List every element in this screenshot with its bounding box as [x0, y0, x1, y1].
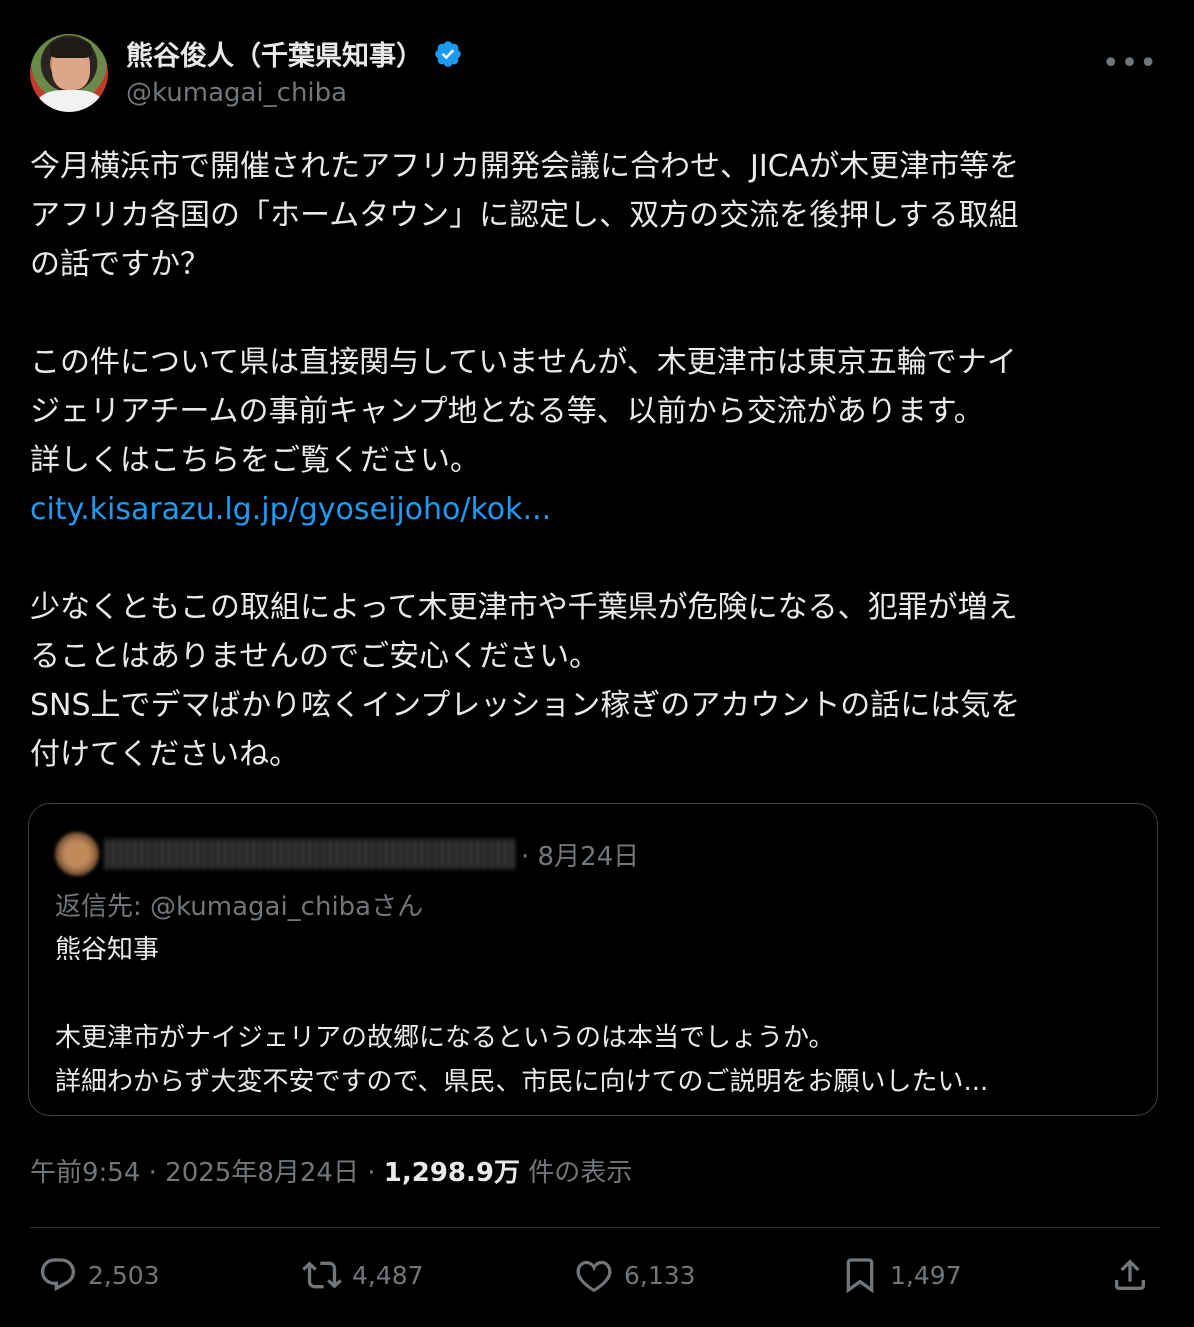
share-icon: [1115, 1259, 1145, 1290]
quoted-line: 木更津市がナイジェリアの故郷になるというのは本当でしょうか。: [55, 1023, 835, 1053]
post-header: 熊谷俊人（千葉県知事） @kumagai_chiba •••: [30, 32, 1174, 116]
avatar[interactable]: [30, 34, 108, 112]
text-line: SNS上でデマばかり呟くインプレッション稼ぎのアカウントの話には気を: [30, 688, 1021, 723]
like-icon: [576, 1260, 612, 1293]
reply-count: 2,503: [88, 1260, 160, 1290]
quoted-post[interactable]: · 8月24日 返信先: @kumagai_chibaさん 熊谷知事 木更津市が…: [28, 803, 1158, 1116]
repost-icon: [302, 1261, 342, 1289]
view-count: 1,298.9万: [383, 1158, 520, 1188]
quoted-line: 熊谷知事: [55, 935, 160, 965]
text-line: 詳しくはこちらをご覧ください。: [30, 443, 480, 478]
bookmark-count: 1,497: [890, 1260, 962, 1290]
quoted-avatar: [55, 832, 99, 876]
quoted-date: · 8月24日: [521, 841, 640, 872]
author-name[interactable]: 熊谷俊人（千葉県知事）: [126, 34, 423, 73]
text-line: ることはありませんのでご安心ください。: [30, 639, 600, 674]
post-timestamp[interactable]: 午前9:54 · 2025年8月24日 ·: [30, 1158, 384, 1188]
bookmark-icon: [846, 1258, 874, 1294]
post-meta: 午前9:54 · 2025年8月24日 · 1,298.9万 件の表示: [30, 1152, 632, 1189]
post-text: 今月横浜市で開催されたアフリカ開発会議に合わせ、JICAが木更津市等を アフリカ…: [30, 142, 1160, 779]
view-label: 件の表示: [520, 1158, 633, 1188]
repost-count: 4,487: [352, 1260, 424, 1290]
bookmark-button[interactable]: 1,497: [840, 1255, 962, 1295]
text-line: ジェリアチームの事前キャンプ地となる等、以前から交流があります。: [30, 394, 984, 429]
like-count: 6,133: [624, 1260, 696, 1290]
post-link[interactable]: city.kisarazu.lg.jp/gyoseijoho/kok...: [30, 492, 551, 527]
text-line: 付けてくださいね。: [30, 737, 300, 772]
action-bar: 2,503 4,487 6,133 1,497: [30, 1255, 1160, 1299]
text-line: アフリカ各国の「ホームタウン」に認定し、双方の交流を後押しする取組: [30, 198, 1019, 233]
repost-button[interactable]: 4,487: [302, 1255, 424, 1295]
like-button[interactable]: 6,133: [574, 1255, 696, 1295]
quoted-line: 詳細わからず大変不安ですので、県民、市民に向けてのご説明をお願いしたい...: [55, 1067, 989, 1097]
author-handle[interactable]: @kumagai_chiba: [126, 78, 347, 108]
quoted-text: 熊谷知事 木更津市がナイジェリアの故郷になるというのは本当でしょうか。 詳細わか…: [55, 928, 1135, 1104]
quoted-post-header: · 8月24日: [55, 832, 639, 876]
share-button[interactable]: [1110, 1255, 1150, 1295]
reply-to-label: 返信先: @kumagai_chibaさん: [55, 892, 424, 922]
reply-button[interactable]: 2,503: [38, 1255, 160, 1295]
text-line: この件について県は直接関与していませんが、木更津市は東京五輪でナイ: [30, 345, 1017, 380]
divider: [30, 1227, 1160, 1228]
text-line: 少なくともこの取組によって木更津市や千葉県が危険になる、犯罪が増え: [30, 590, 1018, 625]
blurred-username: [105, 839, 515, 869]
verified-badge-icon: [435, 40, 461, 67]
author-name-row: 熊谷俊人（千葉県知事）: [126, 34, 463, 73]
text-line: 今月横浜市で開催されたアフリカ開発会議に合わせ、JICAが木更津市等を: [30, 149, 1020, 184]
text-line: の話ですか？: [30, 247, 210, 282]
more-icon[interactable]: •••: [1102, 46, 1158, 81]
reply-icon: [40, 1258, 76, 1292]
